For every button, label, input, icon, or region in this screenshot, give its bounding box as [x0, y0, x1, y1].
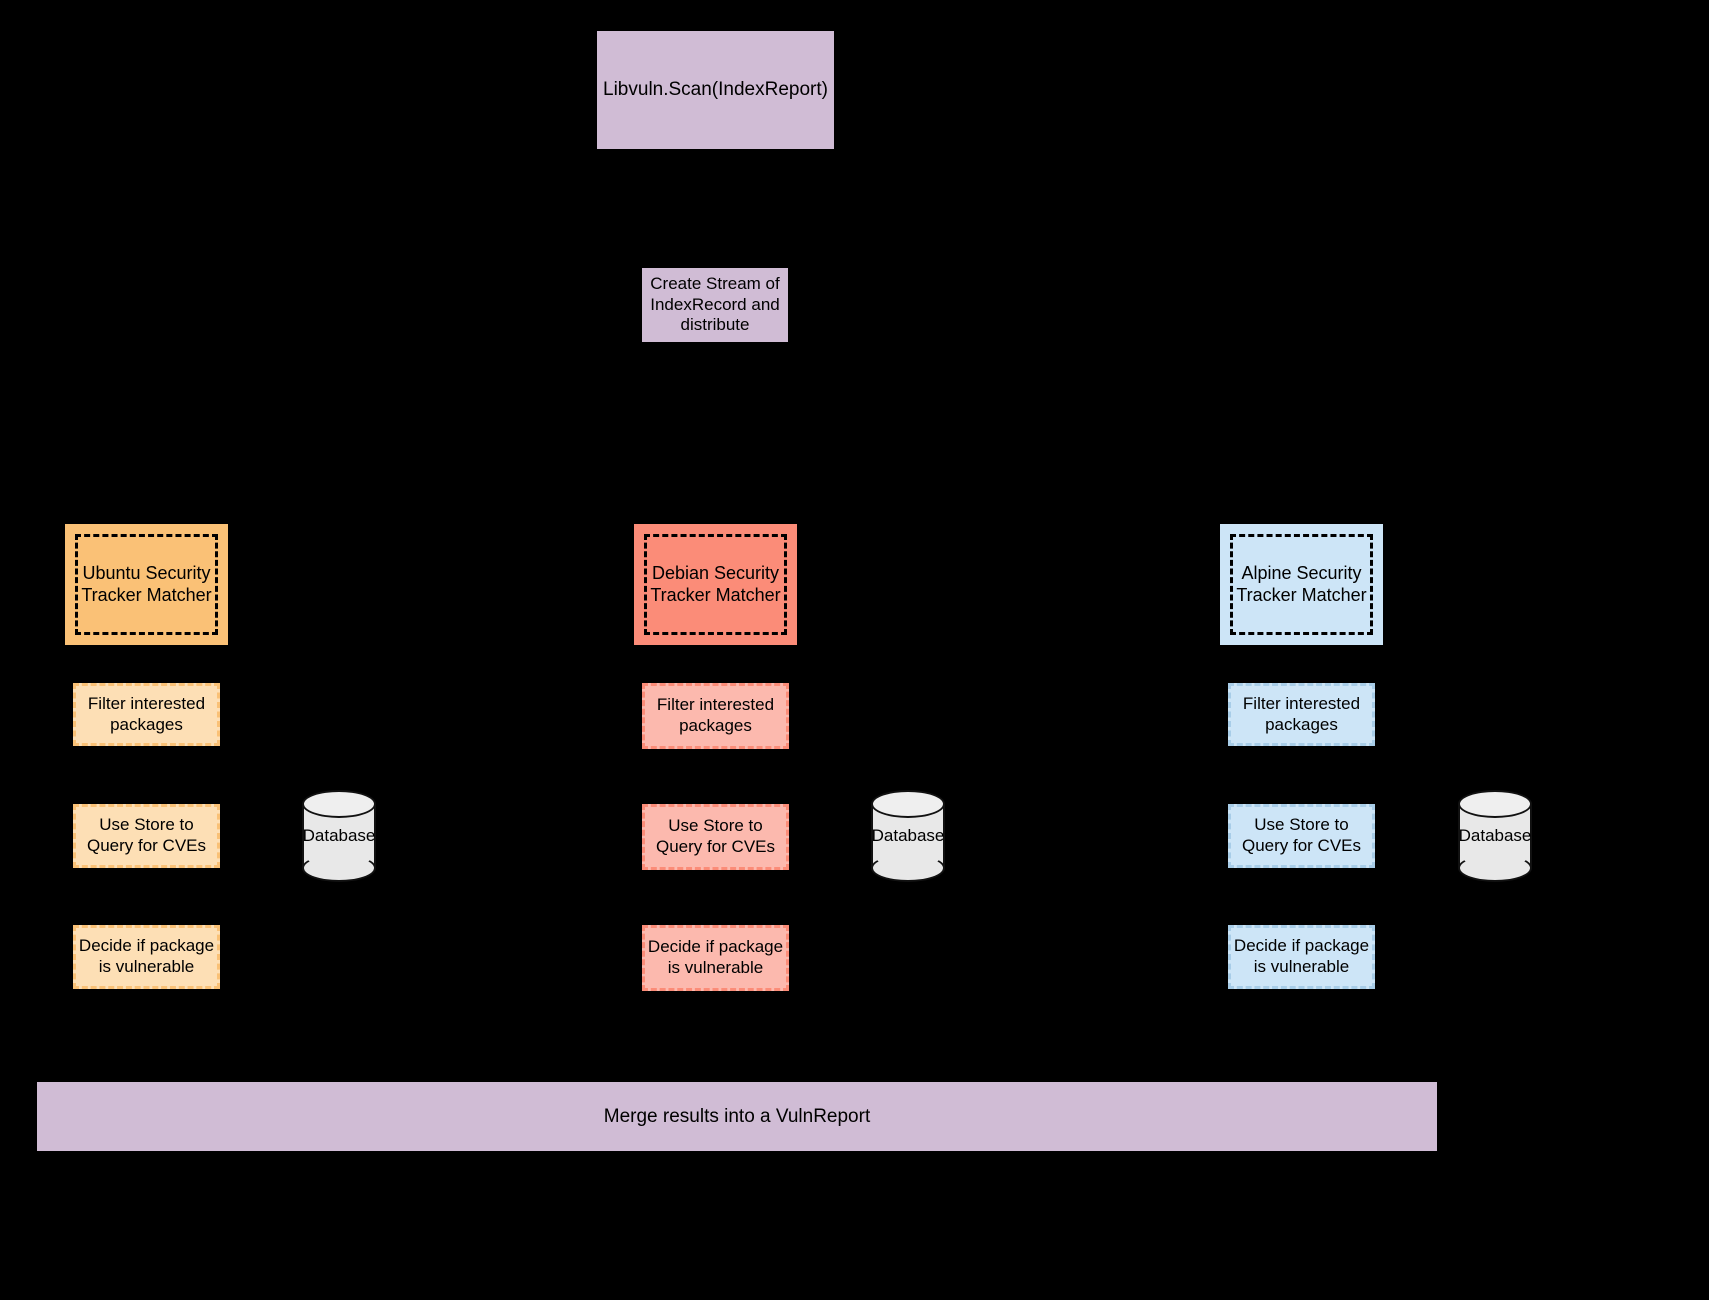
node-create-stream-label: Create Stream of IndexRecord and distrib… [650, 273, 780, 335]
node-ubuntu-use-store-query-cves[interactable]: Use Store to Query for CVEs [73, 804, 220, 868]
node-libvuln-scan-label: Libvuln.Scan(IndexReport) [603, 79, 828, 101]
node-debian-filter-interested-packages-label: Filter interested packages [656, 695, 775, 735]
node-debian-security-tracker-matcher[interactable]: Debian Security Tracker Matcher [634, 524, 797, 645]
node-create-stream[interactable]: Create Stream of IndexRecord and distrib… [642, 268, 788, 342]
node-alpine-filter-interested-packages-label: Filter interested packages [1242, 693, 1361, 734]
node-debian-use-store-query-cves[interactable]: Use Store to Query for CVEs [642, 804, 789, 870]
node-debian-filter-interested-packages[interactable]: Filter interested packages [642, 683, 789, 749]
node-debian-database-label: Database [871, 826, 945, 845]
node-merge-results[interactable]: Merge results into a VulnReport [37, 1082, 1437, 1151]
node-ubuntu-decide-if-package-vulnerable-label: Decide if package is vulnerable [78, 936, 215, 976]
node-debian-decide-if-package-vulnerable[interactable]: Decide if package is vulnerable [642, 925, 789, 991]
node-debian-database[interactable]: Database [871, 790, 945, 882]
node-ubuntu-filter-interested-packages-label: Filter interested packages [87, 693, 206, 734]
node-alpine-database[interactable]: Database [1458, 790, 1532, 882]
node-alpine-security-tracker-matcher[interactable]: Alpine Security Tracker Matcher [1220, 524, 1383, 645]
node-debian-security-tracker-matcher-label: Debian Security Tracker Matcher [650, 562, 781, 605]
node-ubuntu-use-store-query-cves-label: Use Store to Query for CVEs [86, 815, 207, 855]
node-alpine-filter-interested-packages[interactable]: Filter interested packages [1228, 683, 1375, 746]
node-alpine-use-store-query-cves-label: Use Store to Query for CVEs [1241, 815, 1362, 855]
node-libvuln-scan[interactable]: Libvuln.Scan(IndexReport) [597, 31, 834, 149]
node-debian-use-store-query-cves-label: Use Store to Query for CVEs [655, 816, 776, 856]
node-alpine-decide-if-package-vulnerable-label: Decide if package is vulnerable [1233, 936, 1370, 976]
node-alpine-database-label: Database [1458, 826, 1532, 845]
node-alpine-use-store-query-cves[interactable]: Use Store to Query for CVEs [1228, 804, 1375, 868]
node-merge-results-label: Merge results into a VulnReport [603, 1105, 871, 1127]
diagram-canvas: Libvuln.Scan(IndexReport) Create Stream … [0, 0, 1709, 1300]
node-debian-decide-if-package-vulnerable-label: Decide if package is vulnerable [647, 937, 784, 977]
node-ubuntu-security-tracker-matcher-label: Ubuntu Security Tracker Matcher [81, 562, 212, 605]
node-alpine-security-tracker-matcher-label: Alpine Security Tracker Matcher [1236, 562, 1367, 605]
node-alpine-decide-if-package-vulnerable[interactable]: Decide if package is vulnerable [1228, 925, 1375, 989]
node-ubuntu-filter-interested-packages[interactable]: Filter interested packages [73, 683, 220, 746]
node-ubuntu-database[interactable]: Database [302, 790, 376, 882]
node-ubuntu-decide-if-package-vulnerable[interactable]: Decide if package is vulnerable [73, 925, 220, 989]
node-ubuntu-database-label: Database [302, 826, 376, 845]
node-ubuntu-security-tracker-matcher[interactable]: Ubuntu Security Tracker Matcher [65, 524, 228, 645]
